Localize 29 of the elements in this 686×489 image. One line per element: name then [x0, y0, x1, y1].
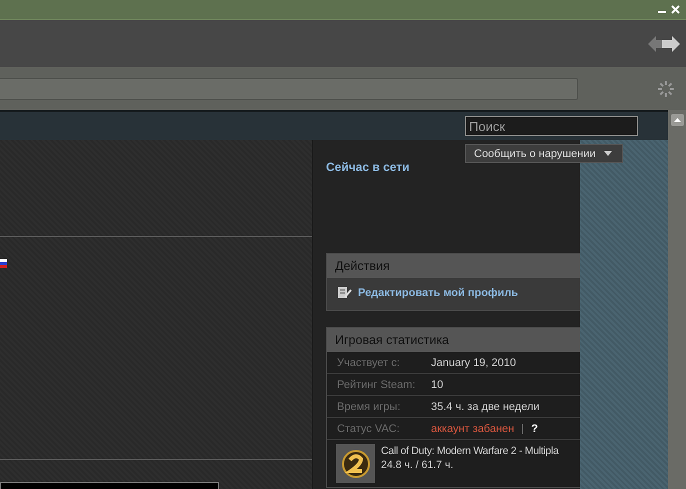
stat-label: Статус VAC:: [336, 422, 401, 434]
game-icon[interactable]: [336, 444, 375, 483]
report-button[interactable]: Сообщить о нарушении: [465, 144, 623, 163]
edit-icon: [337, 286, 352, 299]
loading-spinner-icon: [656, 78, 676, 98]
input-field[interactable]: [0, 482, 219, 489]
url-field[interactable]: [0, 78, 578, 100]
search-field[interactable]: Поиск: [465, 116, 638, 136]
edit-profile-link[interactable]: Редактировать мой профиль: [358, 286, 518, 298]
stat-label: Участвует с:: [336, 356, 401, 368]
stat-value: January 19, 2010: [431, 356, 516, 368]
online-status: Сейчас в сети: [326, 160, 411, 174]
caret-icon: [604, 151, 612, 156]
stat-value: 10: [431, 378, 444, 390]
up-arrow-icon: [674, 118, 680, 122]
game-name[interactable]: Call of Duty: Modern Warfare 2 - Multipla: [381, 445, 559, 457]
stat-label: Рейтинг Steam:: [336, 378, 416, 390]
flag-icon: [0, 259, 7, 268]
scroll-up-button[interactable]: [670, 114, 684, 126]
close-icon[interactable]: [671, 5, 680, 14]
help-link[interactable]: ?: [531, 422, 538, 434]
panel-title: Игровая статистика: [327, 328, 580, 352]
panel-title: Действия: [327, 254, 580, 278]
game-hours: 24.8 ч. / 61.7 ч.: [381, 459, 454, 471]
stat-label: Время игры:: [336, 400, 402, 412]
scrollbar[interactable]: [668, 110, 686, 489]
vac-status: аккаунт забанен: [431, 422, 514, 434]
back-forward-arrows-icon[interactable]: [648, 34, 680, 52]
stat-value: 35.4 ч. за две недели: [431, 400, 540, 412]
